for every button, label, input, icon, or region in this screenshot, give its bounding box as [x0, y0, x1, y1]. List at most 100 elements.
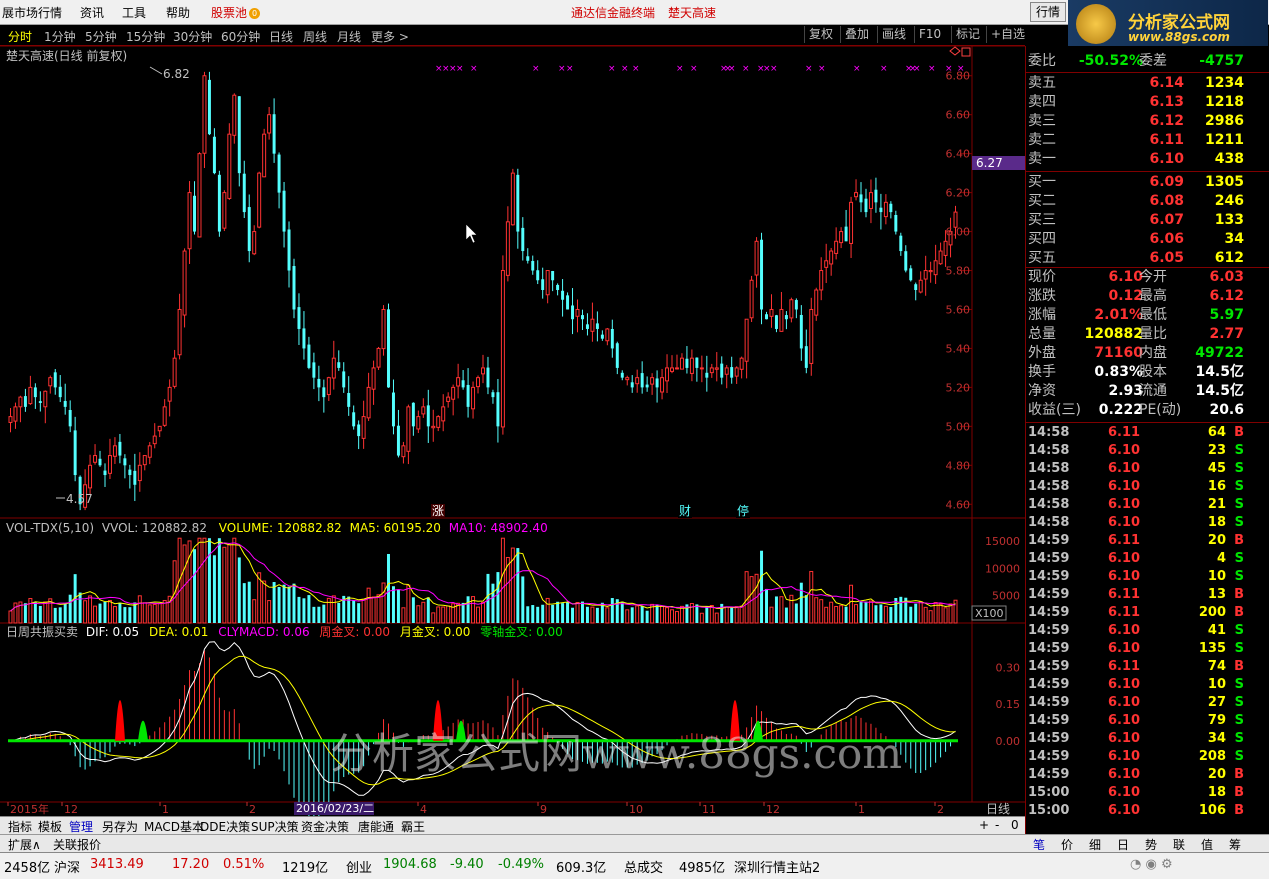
f10-button[interactable]: F10 [914, 26, 945, 43]
tab-macd[interactable]: MACD基本 [144, 818, 204, 835]
tab-bawang[interactable]: 霸王 [401, 818, 425, 835]
bid-row[interactable]: 买三 6.07 133 [1026, 211, 1246, 230]
tick-price: 6.11 [1108, 659, 1141, 674]
menu-help[interactable]: 帮助 [166, 4, 190, 21]
ask-row[interactable]: 卖四 6.13 1218 [1026, 93, 1246, 112]
rtab-detail[interactable]: 细 [1089, 836, 1101, 853]
zoom-in-button[interactable]: + [979, 818, 989, 832]
event-marker[interactable]: 财 [679, 504, 691, 518]
tab-fund[interactable]: 资金决策 [301, 818, 349, 835]
volume-bar-down [292, 583, 296, 623]
volume-bar-down [610, 598, 614, 623]
ask-row[interactable]: 卖二 6.11 1211 [1026, 131, 1246, 150]
quote-row: 现价 6.10 今开 6.03 [1026, 268, 1246, 287]
diamond-icon[interactable] [949, 46, 961, 56]
quote-value: 120882 [1084, 326, 1143, 342]
tab-manage[interactable]: 管理 [69, 818, 93, 835]
rtab-value[interactable]: 值 [1201, 836, 1213, 853]
restore-rights-button[interactable]: 复权 [804, 26, 837, 43]
quote-value: 6.03 [1209, 269, 1244, 285]
volume-bar-up [137, 595, 142, 624]
menu-news[interactable]: 资讯 [80, 4, 104, 21]
volume-bar-up [714, 612, 719, 624]
macd-dif: DIF: 0.05 [86, 625, 139, 639]
period-tab[interactable]: 1分钟 [44, 28, 76, 45]
period-tab[interactable]: 分时 [8, 28, 32, 45]
candle-down [585, 324, 589, 329]
mark-button[interactable]: 标记 [951, 26, 984, 43]
period-tab[interactable]: 5分钟 [85, 28, 117, 45]
zoom-reset-button[interactable]: 0 [1011, 818, 1019, 832]
candle-down [491, 392, 495, 398]
status-sh-label[interactable]: 沪深 [54, 857, 80, 876]
tick-time: 14:59 [1028, 713, 1070, 728]
period-tab[interactable]: 日线 [269, 28, 293, 45]
rtab-day[interactable]: 日 [1117, 836, 1129, 853]
overlay-button[interactable]: 叠加 [840, 26, 873, 43]
period-tab[interactable]: 周线 [303, 28, 327, 45]
rtab-price[interactable]: 价 [1061, 836, 1073, 853]
volume-axis: 15000 10000 5000 [985, 535, 1020, 603]
period-tab[interactable]: 15分钟 [126, 28, 165, 45]
quote-button[interactable]: 行情 [1030, 2, 1066, 22]
rtab-chips[interactable]: 筹 [1229, 836, 1241, 853]
status-server[interactable]: 深圳行情主站2 [734, 857, 820, 876]
mouse-cursor-icon [465, 223, 478, 244]
rtab-tick[interactable]: 笔 [1033, 836, 1045, 853]
candle-down [794, 300, 798, 310]
period-tab[interactable]: 60分钟 [221, 28, 260, 45]
tick-side: S [1234, 569, 1244, 584]
signal-mark: × [805, 64, 813, 74]
tab-template[interactable]: 模板 [38, 818, 62, 835]
chart-area[interactable]: 6.806.606.406.206.005.805.605.405.205.00… [0, 46, 1025, 816]
tab-tang[interactable]: 唐能通 [358, 818, 394, 835]
candle-down [904, 251, 908, 271]
bid-row[interactable]: 买四 6.06 34 [1026, 230, 1246, 249]
rtab-link[interactable]: 联 [1173, 836, 1185, 853]
quote-row: 净资 2.93 流通 14.5亿 [1026, 382, 1246, 401]
menu-market[interactable]: 展市场行情 [2, 4, 62, 21]
event-marker[interactable]: 涨 [432, 503, 444, 518]
period-tab[interactable]: 月线 [337, 28, 361, 45]
candle-up [93, 455, 98, 463]
price-tick-label: 4.80 [946, 459, 971, 472]
quote-label: 涨跌 [1028, 288, 1056, 304]
tick-side: S [1234, 623, 1244, 638]
status-cy-label[interactable]: 创业 [346, 857, 372, 876]
bid-row[interactable]: 买一 6.09 1305 [1026, 173, 1246, 192]
event-marker[interactable]: 停 [737, 503, 749, 518]
ask-row[interactable]: 卖三 6.12 2986 [1026, 112, 1246, 131]
volume-bar-down [128, 607, 132, 623]
tab-save-as[interactable]: 另存为 [102, 818, 138, 835]
menu-stock-pool[interactable]: 股票池 0 [211, 4, 261, 21]
date-tick-label: 9 [540, 803, 547, 816]
macd-tick-label: 0.30 [996, 661, 1021, 674]
tab-indicator[interactable]: 指标 [8, 818, 32, 835]
candle-up [406, 406, 411, 452]
extend-toggle[interactable]: 扩展∧ [8, 836, 41, 853]
bid-row[interactable]: 买五 6.05 612 [1026, 249, 1246, 268]
tick-row: 14:59 6.10 20 B [1026, 766, 1246, 784]
draw-line-button[interactable]: 画线 [877, 26, 910, 43]
add-watchlist-button[interactable]: +自选 [986, 26, 1029, 43]
connection-icon[interactable]: ◔ ◉ ⚙ [1130, 857, 1173, 872]
period-label[interactable]: 日线 [986, 802, 1010, 816]
period-tab-more[interactable]: 更多 > [371, 28, 409, 45]
square-icon[interactable] [961, 47, 971, 57]
rtab-trend[interactable]: 势 [1145, 836, 1157, 853]
candle-up [476, 377, 481, 388]
menu-tools[interactable]: 工具 [122, 4, 146, 21]
candle-up [689, 357, 694, 374]
ask-row[interactable]: 卖一 6.10 438 [1026, 150, 1246, 169]
bid-volume: 133 [1214, 212, 1244, 228]
tab-dde[interactable]: DDE决策 [200, 818, 250, 835]
tab-sup[interactable]: SUP决策 [251, 818, 299, 835]
period-tab[interactable]: 30分钟 [173, 28, 212, 45]
tick-time: 15:00 [1028, 785, 1070, 800]
zoom-out-button[interactable]: - [995, 818, 999, 832]
related-quote-tab[interactable]: 关联报价 [53, 836, 101, 853]
volume-bar-down [242, 583, 246, 623]
ask-row[interactable]: 卖五 6.14 1234 [1026, 74, 1246, 93]
low-label: 4.57 [66, 492, 93, 506]
bid-row[interactable]: 买二 6.08 246 [1026, 192, 1246, 211]
